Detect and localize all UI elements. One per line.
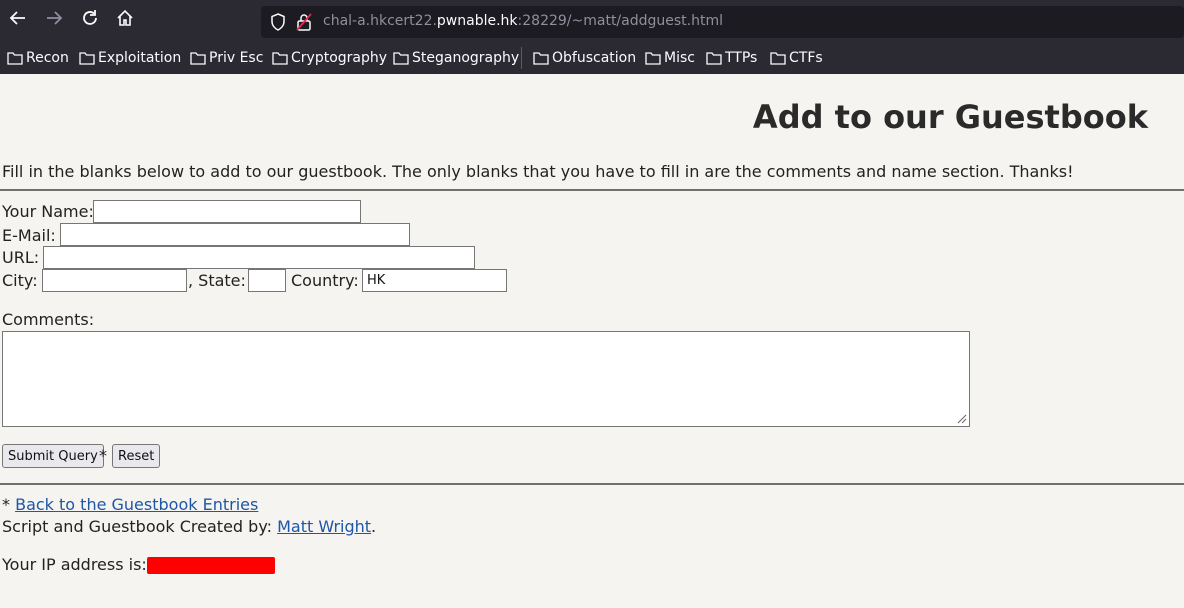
bookmark-label: CTFs: [789, 50, 823, 66]
city-label: City:: [2, 271, 38, 290]
redacted-ip-bar: [147, 557, 275, 574]
reload-icon[interactable]: [76, 8, 104, 36]
bookmark-label: Recon: [26, 50, 69, 66]
page-content: Add to our Guestbook Fill in the blanks …: [0, 74, 1184, 608]
bookmark-steganography[interactable]: Steganography: [393, 48, 519, 68]
url-input[interactable]: [43, 246, 475, 269]
divider-bottom: [0, 483, 1184, 485]
folder-icon: [393, 52, 409, 65]
comments-textarea[interactable]: [2, 331, 970, 427]
browser-chrome: chal-a.hkcert22.pwnable.hk:28229/~matt/a…: [0, 0, 1184, 74]
folder-icon: [190, 52, 206, 65]
resize-grip-icon[interactable]: [957, 414, 967, 424]
divider-top: [0, 189, 1184, 191]
name-label: Your Name:: [2, 202, 94, 221]
folder-icon: [79, 52, 95, 65]
intro-text: Fill in the blanks below to add to our g…: [2, 162, 1074, 181]
ip-label: Your IP address is:: [2, 555, 147, 574]
country-label: Country:: [291, 271, 359, 290]
bookmark-ttps[interactable]: TTPs: [706, 48, 757, 68]
bookmark-misc[interactable]: Misc: [645, 48, 695, 68]
back-line: * Back to the Guestbook Entries: [2, 495, 258, 514]
forward-arrow-icon[interactable]: [40, 8, 68, 36]
bookmarks-toolbar: Recon Exploitation Priv Esc Cryptography…: [0, 44, 1184, 72]
footer-asterisk: *: [2, 495, 10, 514]
asterisk: *: [99, 446, 107, 465]
url-suffix: :28229/~matt/addguest.html: [517, 13, 723, 29]
reset-button[interactable]: Reset: [112, 444, 161, 468]
state-input[interactable]: [248, 269, 286, 292]
url-text[interactable]: chal-a.hkcert22.pwnable.hk:28229/~matt/a…: [323, 13, 723, 29]
back-arrow-icon[interactable]: [4, 8, 32, 36]
folder-icon: [7, 52, 23, 65]
bookmark-exploitation[interactable]: Exploitation: [79, 48, 181, 68]
url-prefix: chal-a.hkcert22.: [323, 13, 437, 29]
folder-icon: [706, 52, 722, 65]
bookmark-label: Exploitation: [98, 50, 182, 66]
tracking-shield-icon[interactable]: [269, 12, 287, 32]
bookmark-recon[interactable]: Recon: [7, 48, 69, 68]
bookmark-ctfs[interactable]: CTFs: [770, 48, 823, 68]
city-input[interactable]: [42, 269, 187, 292]
submit-button[interactable]: Submit Query: [2, 444, 104, 468]
folder-icon: [272, 52, 288, 65]
url-host: pwnable.hk: [436, 13, 518, 29]
bookmark-label: Steganography: [412, 50, 520, 66]
bookmark-label: TTPs: [725, 50, 758, 66]
bookmark-separator: [521, 47, 522, 69]
name-input[interactable]: [93, 200, 361, 223]
email-label: E-Mail:: [2, 226, 56, 245]
back-to-entries-link[interactable]: Back to the Guestbook Entries: [15, 495, 258, 514]
home-icon[interactable]: [111, 8, 139, 36]
folder-icon: [645, 52, 661, 65]
credit-prefix: Script and Guestbook Created by:: [2, 517, 273, 536]
matt-wright-link[interactable]: Matt Wright: [277, 517, 371, 536]
page-title: Add to our Guestbook: [752, 98, 1148, 136]
url-bar[interactable]: chal-a.hkcert22.pwnable.hk:28229/~matt/a…: [261, 6, 1184, 38]
credit-line: Script and Guestbook Created by: Matt Wr…: [2, 517, 376, 536]
bookmark-label: Misc: [664, 50, 695, 66]
bookmark-label: Obfuscation: [552, 50, 637, 66]
comments-label: Comments:: [2, 310, 95, 329]
bookmark-obfuscation[interactable]: Obfuscation: [533, 48, 636, 68]
country-input[interactable]: [362, 269, 507, 292]
folder-icon: [770, 52, 786, 65]
insecure-lock-icon[interactable]: [295, 12, 313, 32]
email-input[interactable]: [60, 223, 410, 246]
credit-suffix: .: [371, 517, 377, 536]
url-label: URL:: [2, 248, 40, 267]
bookmark-cryptography[interactable]: Cryptography: [272, 48, 387, 68]
bookmark-label: Cryptography: [291, 50, 388, 66]
bookmark-priv-esc[interactable]: Priv Esc: [190, 48, 263, 68]
bookmark-label: Priv Esc: [209, 50, 264, 66]
folder-icon: [533, 52, 549, 65]
state-label: , State:: [188, 271, 246, 290]
